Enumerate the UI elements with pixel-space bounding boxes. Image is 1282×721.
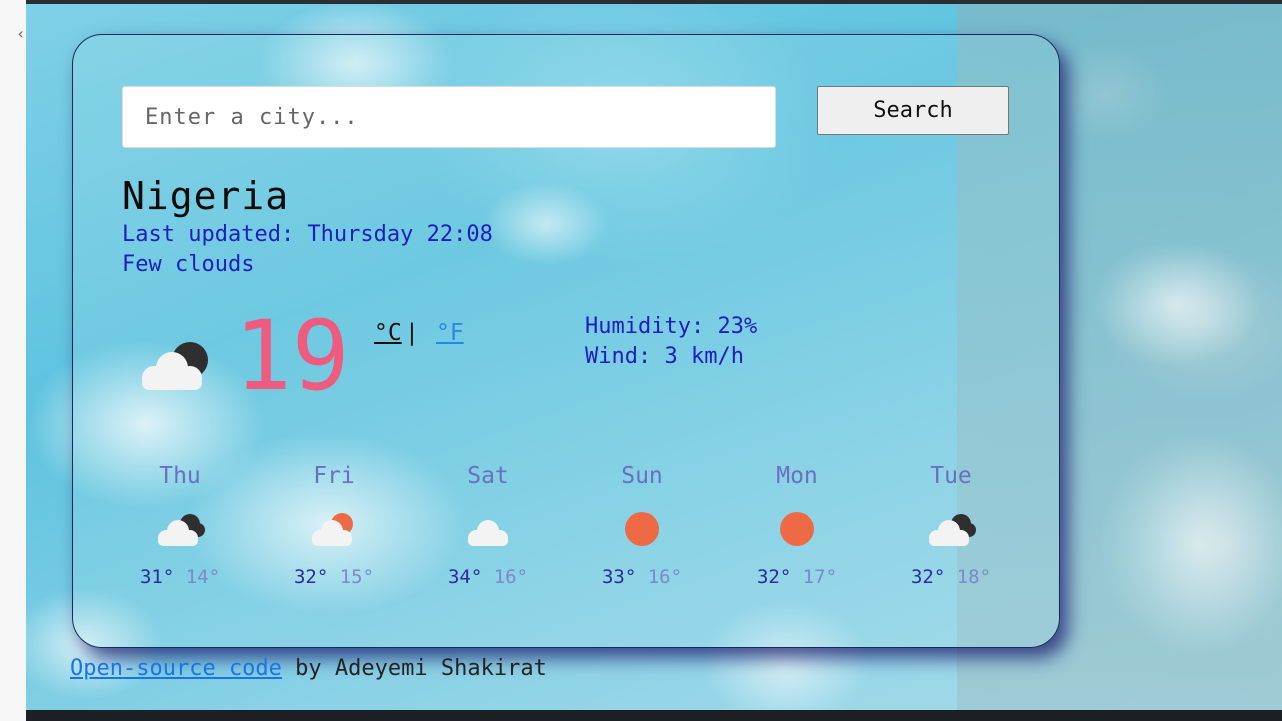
forecast-day-name: Fri (313, 463, 355, 489)
forecast-day-name: Mon (776, 463, 818, 489)
cloud-night-icon (929, 514, 976, 546)
sun-icon (625, 512, 659, 546)
footer: Open-source code by Adeyemi Shakirat (70, 656, 547, 681)
city-search-input[interactable] (122, 86, 776, 148)
cloud-night-icon (158, 514, 205, 546)
forecast-day: Tue 32° 18° (881, 460, 1021, 588)
search-button[interactable]: Search (817, 86, 1009, 135)
forecast-max: 31° (139, 566, 175, 588)
open-source-link[interactable]: Open-source code (70, 656, 282, 681)
forecast-day: Thu 31° 14° (110, 460, 250, 588)
celsius-link[interactable]: °C (374, 320, 402, 346)
city-name: Nigeria (122, 174, 290, 218)
bottom-bar (26, 710, 1282, 721)
wind: Wind: 3 km/h (585, 344, 744, 369)
humidity: Humidity: 23% (585, 314, 758, 339)
forecast-day-name: Sun (621, 463, 663, 489)
forecast-min: 18° (956, 566, 992, 588)
forecast-min: 14° (185, 566, 221, 588)
forecast-day: Sun 33° 16° (572, 460, 712, 588)
weather-description: Few clouds (122, 252, 255, 277)
cloud-sun-icon (312, 513, 353, 546)
unit-separator: | (405, 320, 419, 346)
forecast-min: 16° (647, 566, 683, 588)
forecast-day: Mon 32° 17° (727, 460, 867, 588)
forecast-max: 34° (447, 566, 483, 588)
forecast-min: 17° (802, 566, 838, 588)
forecast-min: 16° (493, 566, 529, 588)
forecast-max: 32° (293, 566, 329, 588)
forecast-max: 32° (910, 566, 946, 588)
last-updated: Last updated: Thursday 22:08 (122, 222, 493, 247)
sun-icon (780, 512, 814, 546)
forecast-min: 15° (339, 566, 375, 588)
forecast-day-name: Tue (930, 463, 972, 489)
forecast-max: 32° (756, 566, 792, 588)
back-arrow-icon[interactable]: ‹ (16, 24, 26, 43)
fahrenheit-link[interactable]: °F (436, 320, 464, 346)
cloud-icon (468, 520, 508, 546)
forecast-day: Sat 34° 16° (418, 460, 558, 588)
forecast-max: 33° (601, 566, 637, 588)
forecast-day: Fri 32° 15° (264, 460, 404, 588)
browser-side-strip: ‹ (0, 0, 27, 721)
forecast-day-name: Thu (159, 463, 201, 489)
forecast-day-name: Sat (467, 463, 509, 489)
few-clouds-night-icon (142, 342, 208, 390)
current-temperature: 19 (234, 300, 350, 412)
footer-credit: by Adeyemi Shakirat (281, 656, 547, 681)
